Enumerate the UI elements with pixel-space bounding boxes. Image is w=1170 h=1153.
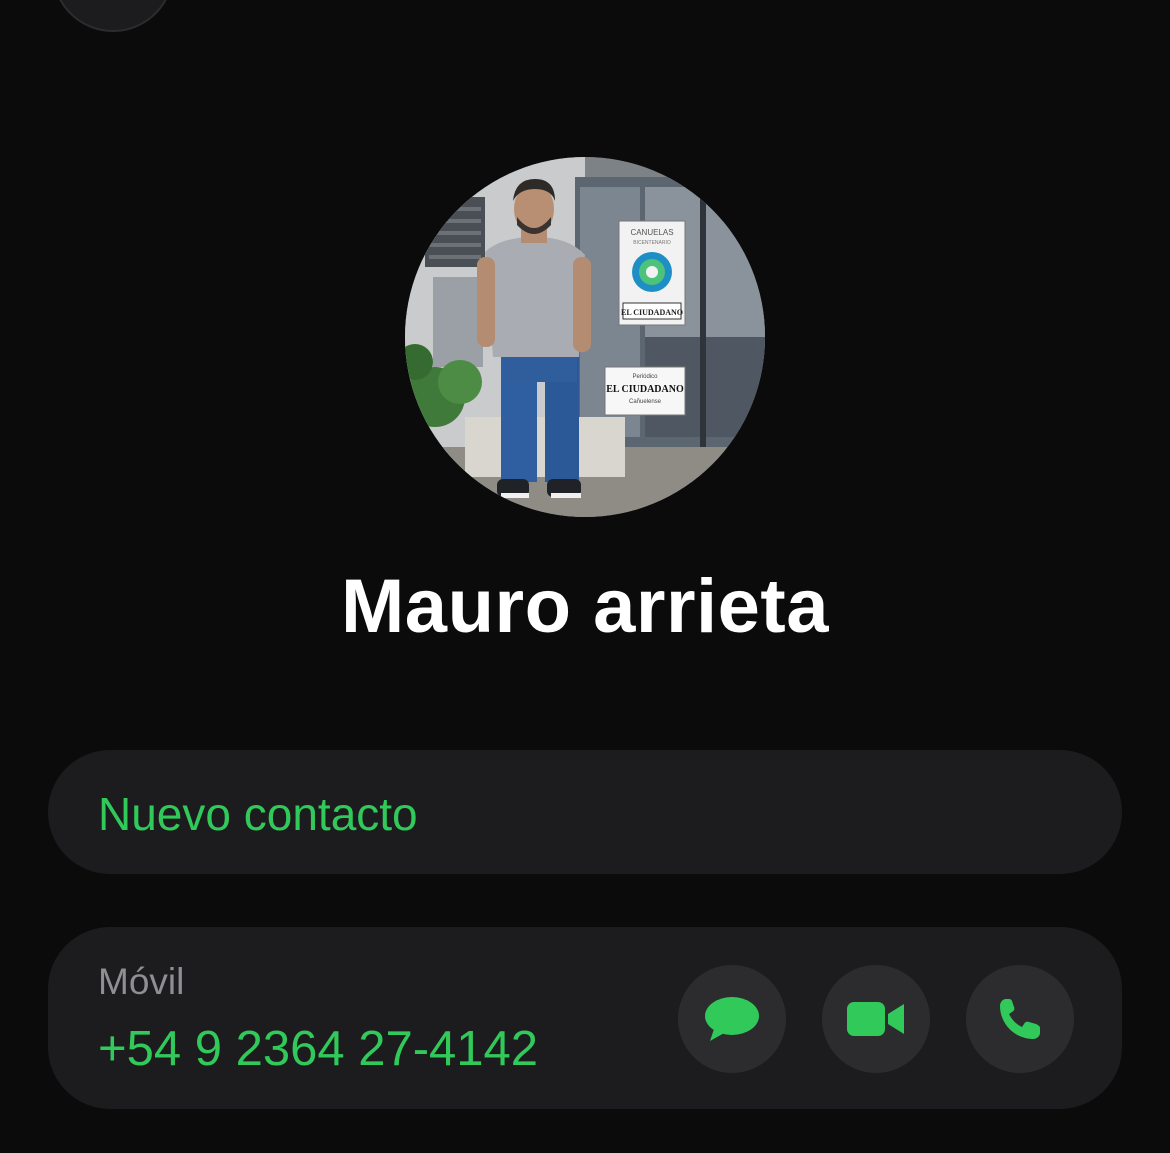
poster-title: CANUELAS	[630, 228, 673, 237]
message-button[interactable]	[678, 965, 786, 1073]
poster-lower-top: Periódico	[632, 374, 658, 380]
phone-handset-icon	[1000, 999, 1040, 1039]
contact-screen: CANUELAS BICENTENARIO EL CIUDADANO Perió…	[0, 0, 1170, 1153]
contact-name: Mauro arrieta	[341, 564, 829, 649]
call-button[interactable]	[966, 965, 1074, 1073]
avatar: CANUELAS BICENTENARIO EL CIUDADANO Perió…	[405, 157, 765, 517]
video-camera-icon	[847, 1002, 904, 1036]
phone-card: Móvil +54 9 2364 27-4142	[48, 927, 1122, 1109]
back-button[interactable]	[52, 0, 174, 32]
avatar-photo: CANUELAS BICENTENARIO EL CIUDADANO Perió…	[405, 157, 765, 517]
poster-brand: EL CIUDADANO	[621, 308, 683, 317]
phone-type-label: Móvil	[98, 961, 185, 1002]
poster-subtitle: BICENTENARIO	[633, 240, 671, 246]
poster-lower-brand: EL CIUDADANO	[606, 384, 684, 395]
message-bubble-icon	[705, 997, 759, 1041]
new-contact-card[interactable]: Nuevo contacto	[48, 750, 1122, 874]
new-contact-button[interactable]: Nuevo contacto	[98, 788, 418, 840]
poster-lower-sub: Cañuelense	[629, 399, 662, 405]
phone-number[interactable]: +54 9 2364 27-4142	[98, 1021, 538, 1077]
video-call-button[interactable]	[822, 965, 930, 1073]
